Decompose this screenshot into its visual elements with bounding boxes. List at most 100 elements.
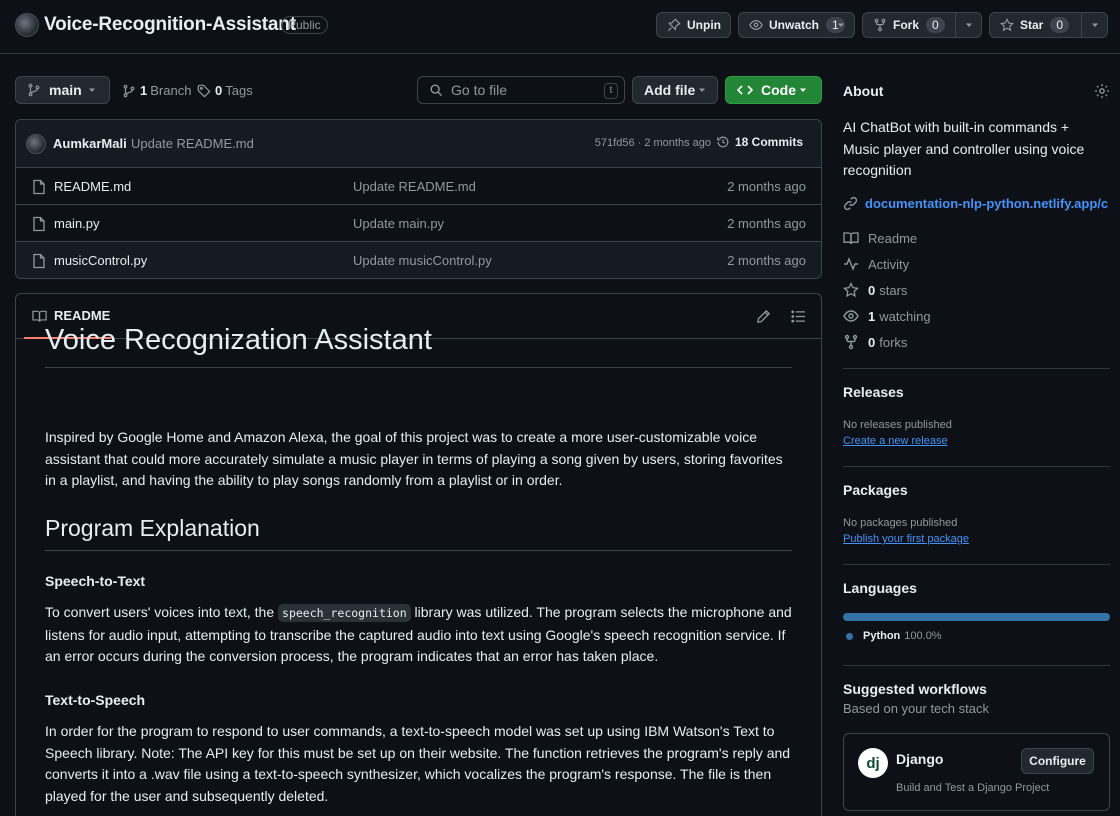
file-age: 2 months ago [727, 253, 806, 268]
languages-title: Languages [843, 580, 917, 596]
file-age: 2 months ago [727, 216, 806, 231]
star-icon [843, 282, 859, 298]
divider [843, 564, 1110, 565]
unpin-label: Unpin [687, 18, 721, 32]
readme-link[interactable]: Readme [843, 230, 917, 246]
file-commit-message[interactable]: Update README.md [353, 179, 476, 194]
add-file-button[interactable]: Add file [632, 76, 718, 104]
triangle-down-icon [800, 88, 806, 92]
file-age: 2 months ago [727, 179, 806, 194]
publish-package-link[interactable]: Publish your first package [843, 533, 969, 545]
fork-button[interactable]: Fork 0 [862, 12, 982, 38]
code-label: Code [761, 82, 796, 98]
star-button[interactable]: Star 0 [989, 12, 1108, 38]
language-bar [843, 613, 1110, 621]
readme-panel: README Voice Recognization Assistant Ins… [15, 293, 822, 816]
divider [843, 665, 1110, 666]
branches-link[interactable]: 1 Branch [122, 83, 191, 98]
configure-button[interactable]: Configure [1021, 748, 1094, 774]
tags-link[interactable]: 0 Tags [197, 83, 253, 98]
eye-icon [749, 20, 763, 30]
tag-count: 0 [215, 83, 223, 98]
file-icon [33, 216, 45, 232]
file-table: AumkarMali Update README.md 571fd56 · 2 … [15, 119, 822, 279]
add-file-label: Add file [644, 82, 696, 98]
triangle-down-icon [89, 88, 95, 92]
star-count: 0 [1050, 17, 1070, 33]
branch-icon [123, 84, 135, 97]
readme-speech-to-text-text: To convert users' voices into text, the … [45, 602, 795, 668]
commit-count: 18 Commits [734, 135, 803, 149]
watching-count: 1 [868, 308, 876, 324]
book-icon [843, 232, 859, 245]
packages-empty: No packages published [843, 517, 958, 529]
history-icon [717, 136, 729, 148]
file-name[interactable]: musicControl.py [54, 253, 147, 268]
search-placeholder: Go to file [451, 82, 508, 98]
about-description: AI ChatBot with built-in commands + Musi… [843, 119, 1085, 178]
triangle-down-icon [838, 23, 844, 27]
link-icon [843, 196, 858, 211]
readme-intro: Inspired by Google Home and Amazon Alexa… [45, 429, 783, 489]
language-item[interactable]: Python 100.0% [846, 630, 942, 642]
branch-label: Branch [150, 83, 192, 98]
star-dropdown[interactable] [1081, 13, 1107, 37]
stars-label: stars [879, 282, 908, 298]
pencil-icon[interactable] [756, 309, 771, 324]
activity-link-label: Activity [868, 256, 910, 272]
latest-commit-bar: AumkarMali Update README.md 571fd56 · 2 … [16, 120, 821, 168]
watch-dropdown[interactable] [828, 13, 854, 37]
commit-hash-age[interactable]: 571fd56 · 2 months ago [595, 137, 711, 149]
text-fragment: To convert users' voices into text, the [45, 604, 279, 620]
watchers-link[interactable]: 1 watching [843, 308, 931, 324]
file-row[interactable]: musicControl.py Update musicControl.py 2… [16, 242, 821, 278]
packages-title[interactable]: Packages [843, 482, 908, 498]
star-icon [1000, 18, 1014, 32]
file-icon [33, 253, 45, 269]
language-color-dot [846, 632, 853, 640]
forks-link[interactable]: 0 forks [843, 334, 907, 350]
releases-title[interactable]: Releases [843, 384, 904, 400]
go-to-file-input[interactable]: Go to file t [417, 76, 625, 104]
file-commit-message[interactable]: Update main.py [353, 216, 444, 231]
readme-text-to-speech-text: In order for the program to respond to u… [45, 723, 791, 804]
commits-link[interactable]: 18 Commits [716, 135, 803, 149]
commit-author-avatar[interactable] [26, 134, 46, 154]
repo-title[interactable]: Voice-Recognition-Assistant [44, 14, 296, 36]
fork-icon [874, 18, 886, 32]
commit-message[interactable]: Update README.md [131, 136, 254, 151]
activity-link[interactable]: Activity [843, 256, 909, 272]
homepage-link[interactable]: documentation-nlp-python.netlify.app/c..… [843, 196, 1108, 211]
branch-icon [28, 83, 40, 97]
file-row[interactable]: main.py Update main.py 2 months ago [16, 205, 821, 242]
file-row[interactable]: README.md Update README.md 2 months ago [16, 168, 821, 205]
search-icon [430, 84, 443, 97]
divider [843, 368, 1110, 369]
file-name[interactable]: README.md [54, 179, 131, 194]
readme-h2: Program Explanation [45, 515, 792, 551]
fork-dropdown[interactable] [955, 13, 981, 37]
unpin-button[interactable]: Unpin [656, 12, 731, 38]
file-name[interactable]: main.py [54, 216, 100, 231]
visibility-badge: Public [281, 16, 328, 34]
readme-section-text-to-speech: Text-to-Speech [45, 692, 146, 708]
branch-select[interactable]: main [15, 76, 110, 104]
file-commit-message[interactable]: Update musicControl.py [353, 253, 492, 268]
unwatch-button[interactable]: Unwatch 1 [738, 12, 855, 38]
gear-icon[interactable] [1094, 83, 1110, 99]
outline-list-icon[interactable] [791, 310, 806, 323]
owner-avatar[interactable] [15, 13, 39, 37]
workflow-name: Django [896, 751, 944, 767]
stars-link[interactable]: 0 stars [843, 282, 907, 298]
create-release-link[interactable]: Create a new release [843, 435, 948, 447]
branch-count: 1 [140, 83, 148, 98]
readme-tab-label: README [54, 308, 111, 323]
divider [843, 466, 1110, 467]
readme-link-label: Readme [868, 230, 918, 246]
commit-author[interactable]: AumkarMali [53, 136, 127, 151]
workflow-description: Build and Test a Django Project [896, 782, 1050, 794]
workflow-card-django: dj Django Build and Test a Django Projec… [843, 733, 1110, 811]
code-button[interactable]: Code [725, 76, 822, 104]
language-percent: 100.0% [904, 630, 942, 642]
forks-label: forks [879, 334, 908, 350]
